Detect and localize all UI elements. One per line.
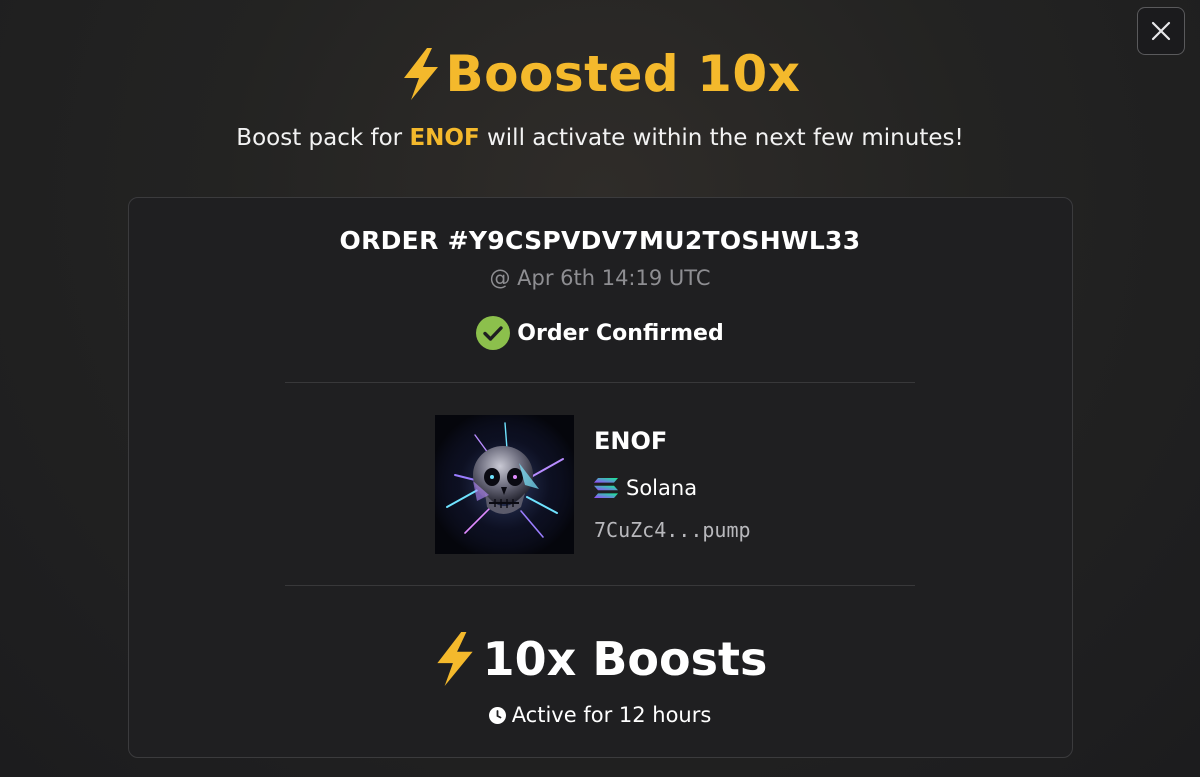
headline-title: Boosted 10x [445,45,801,103]
close-icon [1151,21,1171,41]
token-name: ENOF [594,427,668,455]
token-image [435,415,574,554]
lightning-icon [437,632,473,686]
activation-message-token: ENOF [409,125,480,151]
activation-message-suffix: will activate within the next few minute… [479,125,964,151]
divider [285,585,915,586]
activation-message-prefix: Boost pack for [236,125,410,151]
chain-label: Solana [626,476,698,500]
divider [285,382,915,383]
boost-summary: 10x Boosts [0,627,1200,691]
boost-count: 10x Boosts [482,632,768,686]
boost-duration: Active for 12 hours [0,701,1200,729]
order-status: Order Confirmed [0,315,1200,351]
order-id: ORDER #Y9CSPVDV7MU2TOSHWL33 [339,226,861,255]
clock-icon [488,706,506,724]
check-circle-icon [476,316,511,350]
token-address[interactable]: 7CuZc4...pump [594,518,751,542]
boost-duration-label: Active for 12 hours [511,703,712,727]
order-timestamp: @ Apr 6th 14:19 UTC [489,266,711,290]
lightning-icon [403,48,438,100]
activation-message: Boost pack for ENOF will activate within… [0,125,1200,151]
order-status-label: Order Confirmed [517,320,724,346]
token-skull-image [435,415,574,554]
headline: Boosted 10x [0,42,1200,106]
solana-icon [594,478,618,498]
token-chain: Solana [594,474,697,502]
